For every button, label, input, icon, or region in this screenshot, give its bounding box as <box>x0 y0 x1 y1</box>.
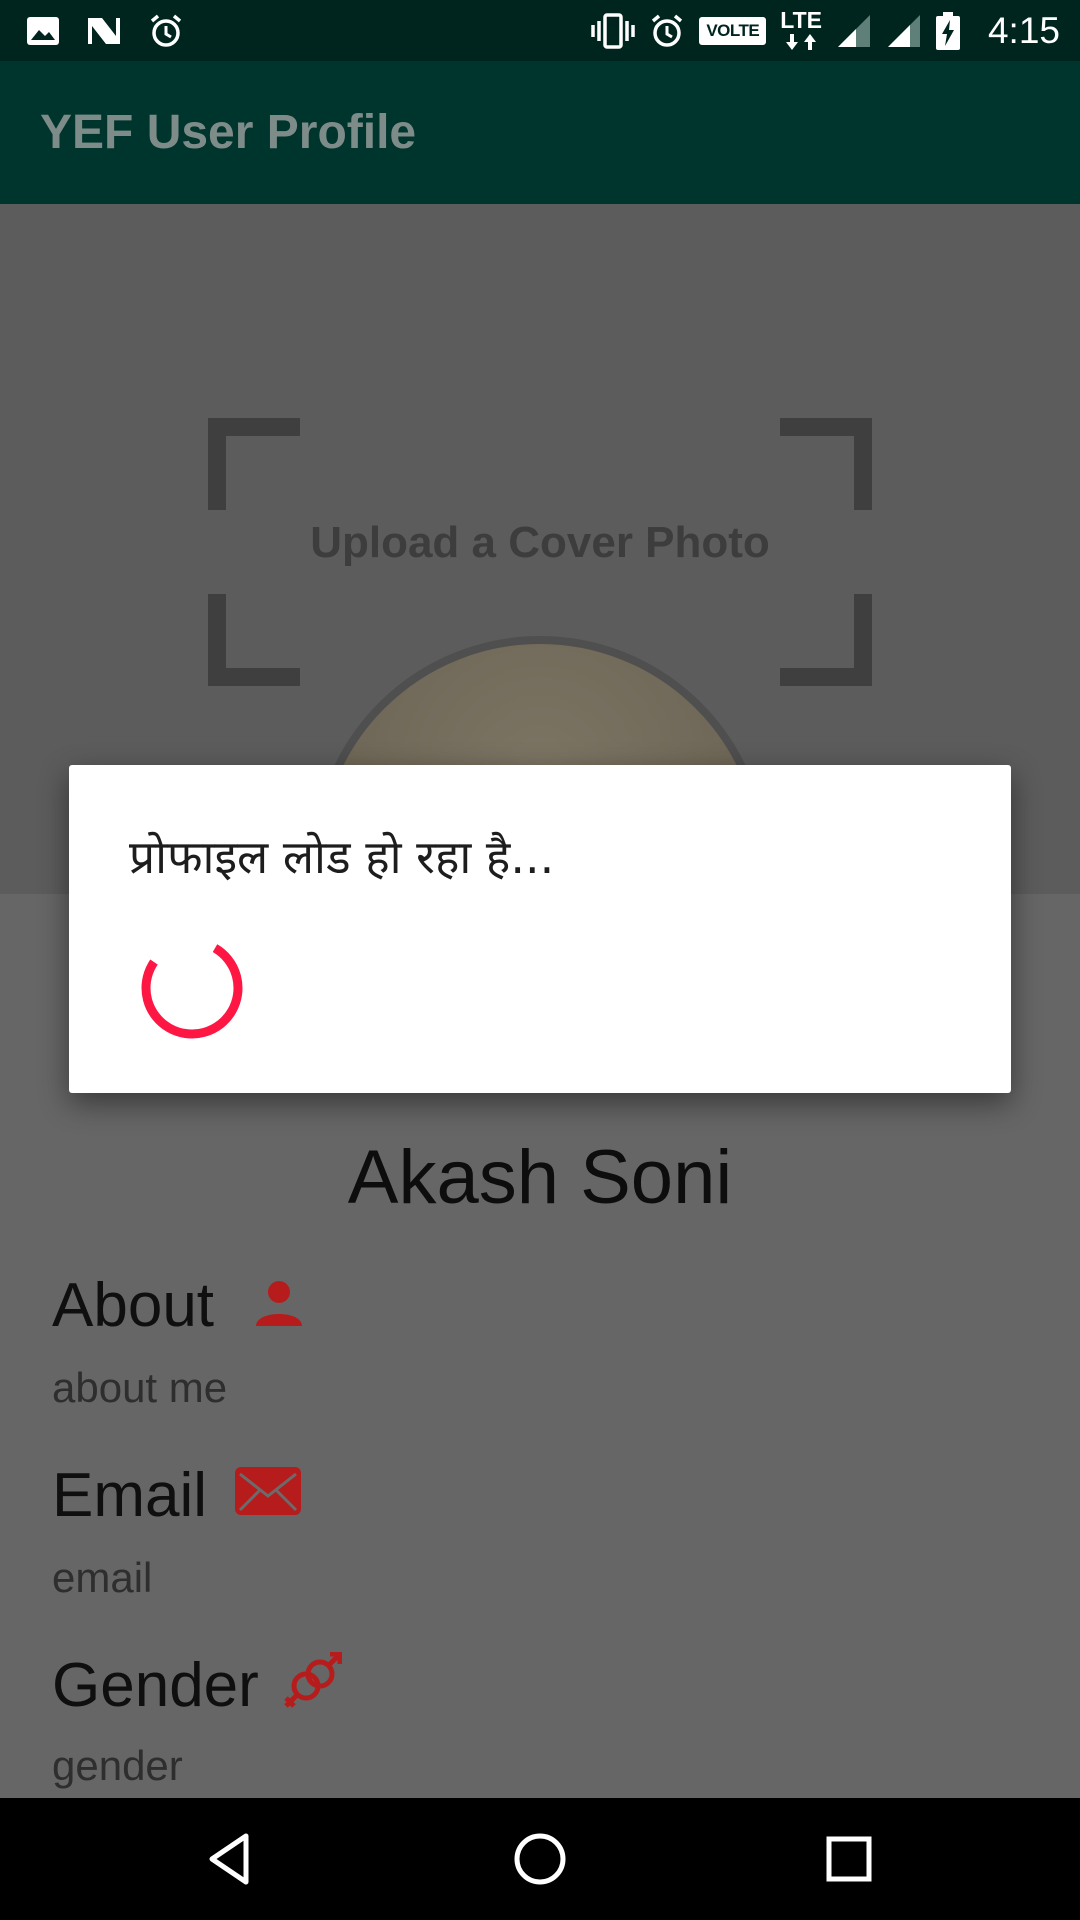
recents-icon[interactable] <box>818 1828 880 1890</box>
app-bar: YEF User Profile <box>0 61 1080 204</box>
gender-icon <box>284 1652 342 1708</box>
gender-label: Gender <box>52 1651 259 1720</box>
mail-icon <box>235 1467 301 1515</box>
lte-data-icon: LTE <box>780 6 822 53</box>
vibrate-icon <box>591 12 636 49</box>
signal-icon <box>836 13 872 49</box>
signal-icon <box>886 13 922 49</box>
status-time: 4:15 <box>987 9 1060 51</box>
gender-value: gender <box>52 1742 183 1789</box>
image-icon <box>26 16 60 46</box>
about-value: about me <box>52 1364 228 1411</box>
status-bar: VOLTE LTE 4:15 <box>0 0 1080 61</box>
lte-label: LTE <box>780 6 822 33</box>
battery-charging-icon <box>935 11 960 50</box>
n-notification-icon <box>86 16 122 46</box>
profile-name: Akash Soni <box>347 1135 733 1220</box>
upload-cover-label: Upload a Cover Photo <box>310 518 770 567</box>
home-icon[interactable] <box>509 1828 571 1890</box>
about-label: About <box>52 1271 215 1340</box>
alarm-clock-icon <box>649 13 685 49</box>
app-title: YEF User Profile <box>40 106 417 159</box>
loading-dialog: प्रोफाइल लोड हो रहा है... <box>69 765 1011 1093</box>
loading-message: प्रोफाइल लोड हो रहा है... <box>129 830 555 884</box>
volte-badge: VOLTE <box>699 16 767 45</box>
loading-spinner-icon <box>141 937 243 1039</box>
email-value: email <box>52 1554 153 1601</box>
alarm-clock-icon <box>148 13 184 49</box>
person-icon <box>256 1281 302 1326</box>
navigation-bar <box>0 1798 1080 1920</box>
email-label: Email <box>52 1461 208 1530</box>
back-icon[interactable] <box>200 1828 262 1890</box>
